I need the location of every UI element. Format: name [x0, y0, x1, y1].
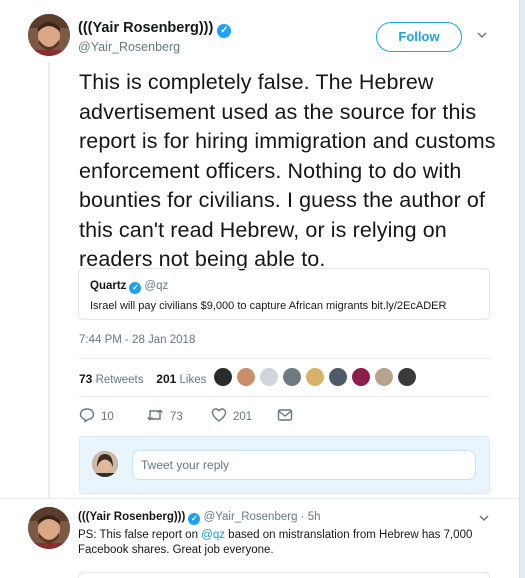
likes-label: Likes: [179, 374, 207, 386]
reply-author-line[interactable]: (((Yair Rosenberg))) ✓ @Yair_Rosenberg · …: [78, 511, 320, 525]
liker-avatar[interactable]: [374, 367, 394, 387]
reply-action[interactable]: 10: [79, 407, 114, 427]
tweet-timestamp[interactable]: 7:44 PM - 28 Jan 2018: [79, 334, 195, 346]
liker-avatar[interactable]: [328, 367, 348, 387]
liker-avatar[interactable]: [213, 367, 233, 387]
liker-avatar[interactable]: [259, 367, 279, 387]
author-name[interactable]: (((Yair Rosenberg))): [78, 20, 213, 36]
direct-message-action[interactable]: [277, 407, 299, 427]
tweet-actions: 10 73 201: [79, 407, 379, 427]
verified-icon: ✓: [129, 282, 142, 294]
quoted-author-handle: @qz: [144, 280, 169, 292]
retweets-stat[interactable]: 73 Retweets: [79, 372, 144, 386]
likes-count: 201: [156, 372, 177, 386]
retweet-icon: [147, 409, 163, 421]
tweet-text: This is completely false. The Hebrew adv…: [79, 70, 496, 271]
reply-author-avatar[interactable]: [28, 507, 70, 549]
liker-avatar[interactable]: [397, 367, 417, 387]
like-count: 201: [233, 411, 253, 423]
reply-input[interactable]: Tweet your reply: [132, 450, 476, 480]
retweets-label: Retweets: [95, 374, 144, 386]
reply-quoted-card[interactable]: [78, 572, 490, 578]
like-action[interactable]: 201: [211, 407, 252, 427]
verified-icon: ✓: [188, 513, 201, 525]
quoted-tweet[interactable]: Quartz ✓ @qz Israel will pay civilians $9,…: [78, 268, 490, 320]
quoted-author-name: Quartz: [90, 280, 127, 292]
retweets-count: 73: [79, 372, 93, 386]
retweet-count: 73: [170, 411, 183, 423]
quoted-tweet-header: Quartz ✓ @qz: [90, 280, 478, 294]
reply-author-meta[interactable]: @Yair_Rosenberg · 5h: [204, 511, 321, 523]
reply-text-part: PS: This false report on: [78, 529, 202, 541]
window-scrollbar-edge: [519, 0, 525, 578]
verified-icon: ✓: [217, 24, 232, 38]
mention-link[interactable]: @qz: [201, 529, 225, 541]
divider: [79, 358, 490, 359]
quoted-tweet-text: Israel will pay civilians $9,000 to capt…: [90, 300, 447, 312]
liker-avatar[interactable]: [351, 367, 371, 387]
reply-composer: Tweet your reply: [79, 436, 490, 494]
reply-tweet-text: PS: This false report on @qz based on mi…: [78, 528, 498, 558]
direct-message-icon: [277, 409, 293, 421]
liker-avatar[interactable]: [305, 367, 325, 387]
thread-line: [48, 62, 50, 498]
caret-down-icon[interactable]: [477, 30, 487, 40]
current-user-avatar: [92, 451, 118, 477]
caret-down-icon[interactable]: [479, 513, 489, 523]
reply-author-name[interactable]: (((Yair Rosenberg))): [78, 511, 185, 523]
follow-button[interactable]: Follow: [376, 22, 462, 52]
likes-stat[interactable]: 201 Likes: [156, 372, 207, 386]
author-name-line[interactable]: (((Yair Rosenberg))) ✓: [78, 20, 232, 38]
like-icon: [211, 408, 227, 422]
divider: [79, 396, 490, 397]
author-handle[interactable]: @Yair_Rosenberg: [78, 40, 180, 54]
divider: [0, 498, 519, 499]
tweet-stats: 73 Retweets 201 Likes: [79, 372, 206, 386]
reply-icon: [79, 408, 95, 423]
liker-avatar[interactable]: [236, 367, 256, 387]
author-avatar[interactable]: [28, 14, 70, 56]
reply-count: 10: [101, 411, 114, 423]
retweet-action[interactable]: 73: [146, 407, 183, 427]
liker-avatar[interactable]: [282, 367, 302, 387]
